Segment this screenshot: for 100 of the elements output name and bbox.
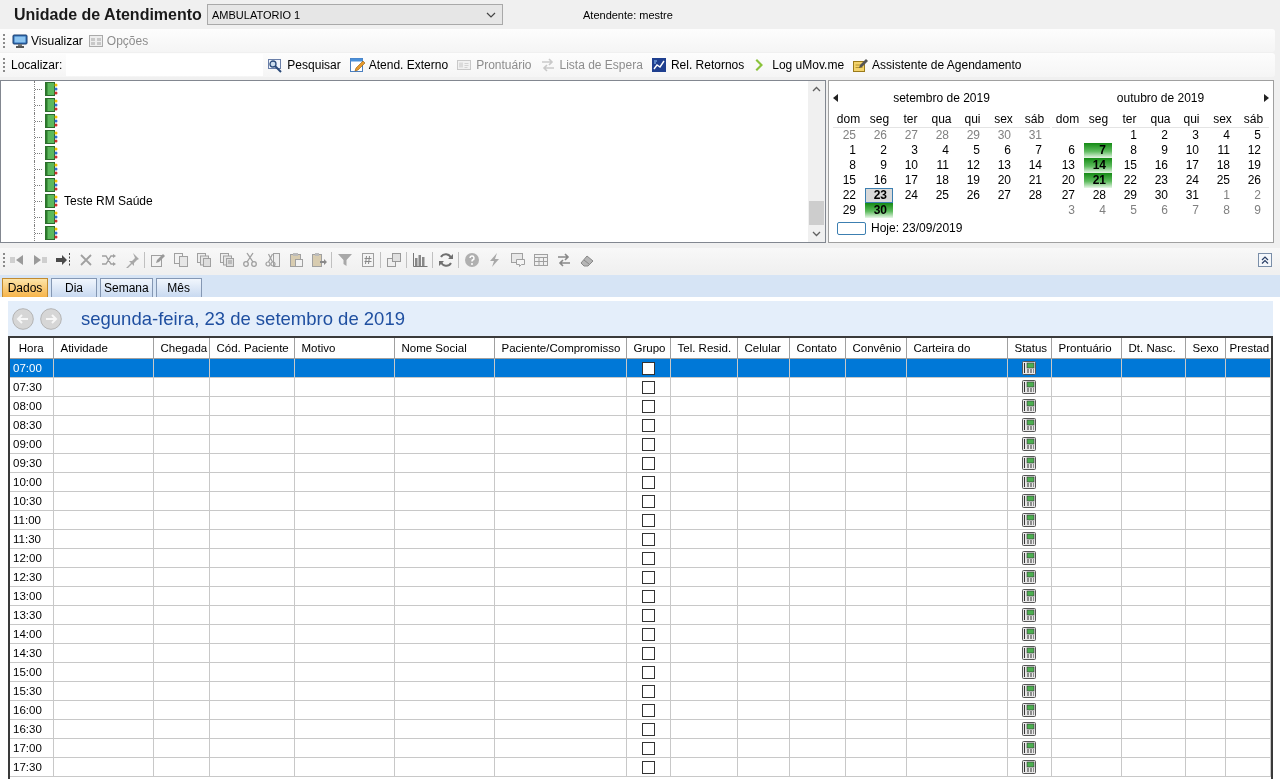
tree-item[interactable] bbox=[43, 113, 58, 129]
calendar-day[interactable]: 21 bbox=[1084, 173, 1112, 188]
calendar-day[interactable]: 2 bbox=[865, 143, 893, 158]
back-arrow-icon[interactable] bbox=[8, 252, 25, 268]
calendar-day[interactable]: 11 bbox=[1208, 143, 1236, 158]
calendar-day[interactable]: 6 bbox=[989, 143, 1017, 158]
column-header[interactable]: Paciente/Compromisso bbox=[494, 338, 626, 359]
calendar-day[interactable]: 1 bbox=[834, 143, 862, 158]
column-header[interactable]: Sexo bbox=[1185, 338, 1225, 359]
hash-sheet-icon[interactable] bbox=[359, 252, 376, 268]
checkbox[interactable] bbox=[641, 399, 655, 413]
checkbox[interactable] bbox=[641, 627, 655, 641]
column-header[interactable]: Grupo bbox=[626, 338, 670, 359]
forward-arrow-icon[interactable] bbox=[31, 252, 48, 268]
calendar-day[interactable]: 26 bbox=[865, 128, 893, 143]
column-header[interactable]: Dt. Nasc. bbox=[1121, 338, 1185, 359]
calendar-day[interactable]: 19 bbox=[958, 173, 986, 188]
today-label[interactable]: Hoje: 23/09/2019 bbox=[871, 221, 963, 235]
column-header[interactable]: Prontuário bbox=[1051, 338, 1121, 359]
column-header[interactable]: Atividade bbox=[53, 338, 153, 359]
bar-chart-icon[interactable] bbox=[411, 252, 428, 268]
calendar-day[interactable]: 14 bbox=[1020, 158, 1048, 173]
calendar-day[interactable]: 3 bbox=[1053, 203, 1081, 218]
checkbox[interactable] bbox=[641, 570, 655, 584]
schedule-row[interactable]: 13:00 bbox=[10, 586, 1270, 606]
column-header[interactable]: Nome Social bbox=[394, 338, 494, 359]
calendar-day[interactable]: 26 bbox=[1239, 173, 1267, 188]
calendar-day[interactable]: 3 bbox=[896, 143, 924, 158]
calendar-day[interactable]: 23 bbox=[1146, 173, 1174, 188]
schedule-row[interactable]: 16:00 bbox=[10, 700, 1270, 720]
tree-item[interactable] bbox=[43, 225, 58, 241]
phone-icon[interactable] bbox=[1021, 455, 1037, 471]
calendar-day[interactable]: 20 bbox=[989, 173, 1017, 188]
calendar-day[interactable]: 31 bbox=[1020, 128, 1048, 143]
calendar-day[interactable]: 5 bbox=[958, 143, 986, 158]
checkbox[interactable] bbox=[641, 437, 655, 451]
checkbox[interactable] bbox=[641, 513, 655, 527]
calendar-day[interactable]: 8 bbox=[1208, 203, 1236, 218]
column-header[interactable]: Hora bbox=[10, 338, 53, 359]
schedule-row[interactable]: 08:00 bbox=[10, 396, 1270, 416]
schedule-row[interactable]: 14:30 bbox=[10, 643, 1270, 663]
phone-icon[interactable] bbox=[1021, 398, 1037, 414]
right-triangle-icon[interactable] bbox=[1264, 94, 1269, 102]
checkbox[interactable] bbox=[641, 741, 655, 755]
phone-icon[interactable] bbox=[1021, 645, 1037, 661]
schedule-row[interactable]: 15:00 bbox=[10, 662, 1270, 682]
vertical-scrollbar[interactable] bbox=[808, 81, 825, 242]
calendar-day[interactable]: 24 bbox=[1177, 173, 1205, 188]
calendar-day[interactable]: 4 bbox=[1084, 203, 1112, 218]
toolbar-button[interactable]: Assistente de Agendamento bbox=[848, 54, 1026, 76]
schedule-row[interactable]: 12:00 bbox=[10, 548, 1270, 568]
calendar-day[interactable]: 26 bbox=[958, 188, 986, 203]
schedule-row[interactable]: 07:00 bbox=[10, 358, 1270, 378]
schedule-row[interactable]: 17:30 bbox=[10, 757, 1270, 777]
calendar-day[interactable]: 25 bbox=[927, 188, 955, 203]
calendar-day[interactable]: 10 bbox=[1177, 143, 1205, 158]
calendar-day[interactable]: 17 bbox=[896, 173, 924, 188]
schedule-row[interactable]: 14:00 bbox=[10, 624, 1270, 644]
calendar-day[interactable]: 10 bbox=[896, 158, 924, 173]
checkbox[interactable] bbox=[641, 589, 655, 603]
calendar-day[interactable]: 13 bbox=[1053, 158, 1081, 173]
calendar-day[interactable]: 4 bbox=[1208, 128, 1236, 143]
toolbar-button[interactable]: Atend. Externo bbox=[344, 54, 453, 76]
phone-icon[interactable] bbox=[1021, 702, 1037, 718]
calendar-day[interactable]: 16 bbox=[1146, 158, 1174, 173]
checkbox[interactable] bbox=[641, 684, 655, 698]
clipboard-arrow-icon[interactable] bbox=[310, 252, 327, 268]
phone-icon[interactable] bbox=[1021, 512, 1037, 528]
calendar-day[interactable]: 6 bbox=[1053, 143, 1081, 158]
checkbox[interactable] bbox=[641, 494, 655, 508]
calendar-day[interactable]: 5 bbox=[1239, 128, 1267, 143]
tree-item[interactable] bbox=[43, 81, 58, 97]
checkbox[interactable] bbox=[641, 665, 655, 679]
calendar-day[interactable]: 9 bbox=[865, 158, 893, 173]
phone-icon[interactable] bbox=[1021, 493, 1037, 509]
phone-icon[interactable] bbox=[1021, 759, 1037, 775]
calendar-day[interactable]: 9 bbox=[1146, 143, 1174, 158]
tree-item[interactable] bbox=[43, 209, 58, 225]
calendar-day[interactable]: 11 bbox=[927, 158, 955, 173]
calendar-day[interactable]: 27 bbox=[896, 128, 924, 143]
schedule-row[interactable]: 11:00 bbox=[10, 510, 1270, 530]
calendar-day[interactable]: 7 bbox=[1020, 143, 1048, 158]
calendar-day[interactable]: 28 bbox=[927, 128, 955, 143]
calendar-day[interactable]: 9 bbox=[1239, 203, 1267, 218]
calendar-day[interactable]: 8 bbox=[834, 158, 862, 173]
view-tab[interactable]: Semana bbox=[100, 278, 153, 297]
double-chevron-up-icon[interactable] bbox=[1258, 253, 1272, 267]
menu-button[interactable]: Visualizar bbox=[11, 30, 87, 51]
calendar-day[interactable]: 7 bbox=[1084, 143, 1112, 158]
view-tab[interactable]: Dia bbox=[51, 278, 97, 297]
phone-icon[interactable] bbox=[1021, 417, 1037, 433]
checkbox[interactable] bbox=[641, 646, 655, 660]
calendar-day[interactable]: 1 bbox=[1115, 128, 1143, 143]
schedule-row[interactable]: 13:30 bbox=[10, 605, 1270, 625]
calendar-day[interactable]: 23 bbox=[865, 188, 893, 203]
circular-arrows-icon[interactable] bbox=[437, 252, 454, 268]
calendar-day[interactable]: 14 bbox=[1084, 158, 1112, 173]
tree-item[interactable] bbox=[43, 97, 58, 113]
calendar-day[interactable]: 29 bbox=[1115, 188, 1143, 203]
unit-select[interactable]: AMBULATORIO 1 bbox=[207, 4, 503, 25]
